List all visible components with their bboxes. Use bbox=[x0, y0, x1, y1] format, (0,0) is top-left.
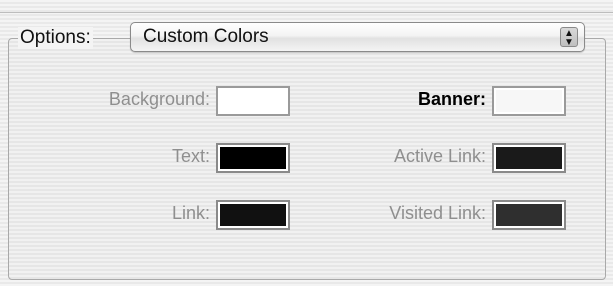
text-color-swatch[interactable] bbox=[216, 143, 290, 173]
window-top-rule bbox=[0, 12, 613, 13]
link-color-label: Link: bbox=[171, 203, 210, 223]
background-color-label: Background: bbox=[108, 89, 210, 109]
text-color-label: Text: bbox=[171, 146, 210, 166]
options-label: Options: bbox=[18, 27, 93, 49]
visited-link-color-label: Visited Link: bbox=[389, 203, 486, 223]
active-link-color-swatch[interactable] bbox=[492, 143, 566, 173]
options-popup[interactable]: Custom Colors ▲ ▼ bbox=[130, 22, 585, 52]
active-link-color-label: Active Link: bbox=[393, 146, 486, 166]
up-down-arrows-icon: ▲ ▼ bbox=[560, 27, 578, 48]
banner-color-swatch[interactable] bbox=[492, 86, 566, 116]
visited-link-color-swatch[interactable] bbox=[492, 200, 566, 230]
link-color-swatch[interactable] bbox=[216, 200, 290, 230]
background-color-swatch[interactable] bbox=[216, 86, 290, 116]
banner-color-label: Banner: bbox=[417, 89, 486, 109]
options-popup-value: Custom Colors bbox=[143, 26, 269, 47]
